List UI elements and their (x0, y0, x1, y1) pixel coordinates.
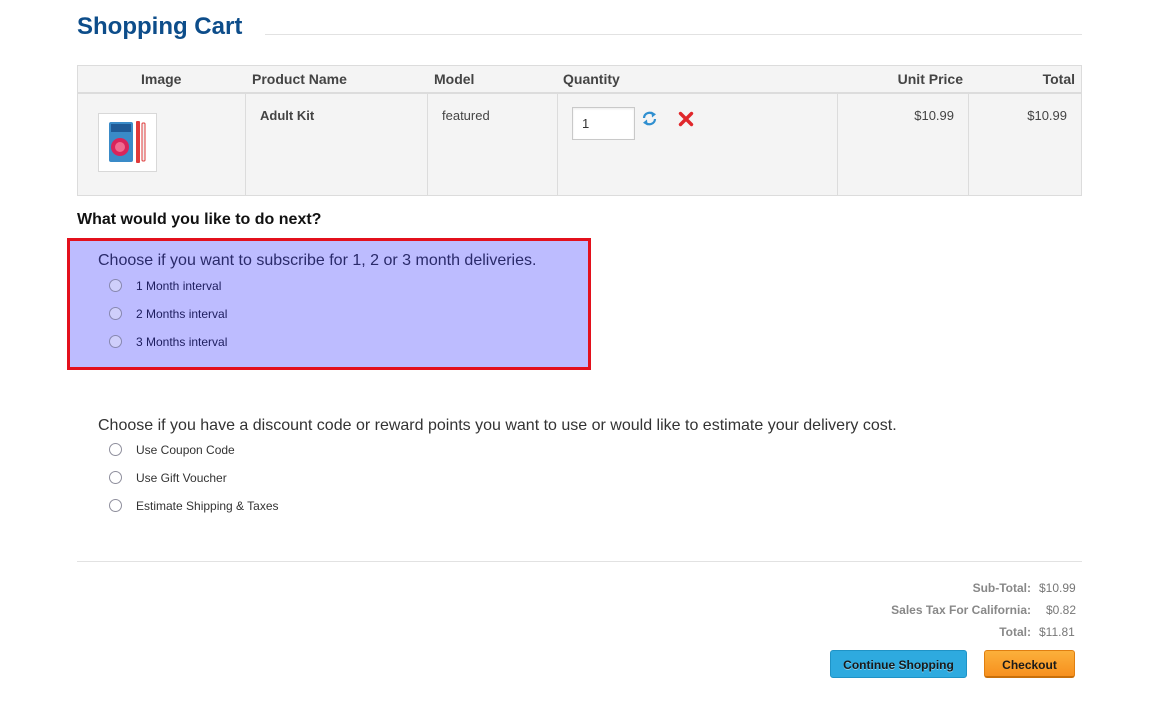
column-divider (968, 94, 969, 195)
subscription-prompt: Choose if you want to subscribe for 1, 2… (98, 252, 537, 269)
column-divider (245, 94, 246, 195)
column-header-image: Image (141, 71, 182, 87)
radio-1-month[interactable] (109, 279, 122, 292)
tax-label: Sales Tax For California: (891, 603, 1031, 617)
column-divider (837, 94, 838, 195)
column-divider (557, 94, 558, 195)
header-divider (78, 92, 1081, 94)
radio-estimate-shipping[interactable] (109, 499, 122, 512)
product-model: featured (442, 108, 490, 123)
product-name-link[interactable]: Adult Kit (260, 108, 314, 123)
radio-3-months[interactable] (109, 335, 122, 348)
page-title: Shopping Cart (77, 13, 243, 40)
column-header-total: Total (1042, 71, 1075, 87)
total-label: Total: (999, 625, 1031, 639)
radio-coupon-code[interactable] (109, 443, 122, 456)
discount-prompt: Choose if you have a discount code or re… (98, 417, 897, 434)
column-header-model: Model (434, 71, 475, 87)
refresh-icon[interactable] (641, 110, 658, 132)
radio-2-months[interactable] (109, 307, 122, 320)
title-divider (265, 34, 1082, 35)
option-label: 3 Months interval (136, 335, 228, 349)
tax-value: $0.82 (1046, 603, 1077, 617)
option-label: Use Gift Voucher (136, 471, 227, 485)
product-unit-price: $10.99 (914, 108, 954, 123)
subscription-options-box: Choose if you want to subscribe for 1, 2… (67, 238, 591, 370)
product-thumbnail[interactable] (98, 113, 157, 172)
quantity-input[interactable] (572, 107, 635, 140)
next-steps-heading: What would you like to do next? (77, 211, 322, 228)
subtotal-label: Sub-Total: (972, 581, 1031, 595)
checkout-button[interactable]: Checkout (984, 650, 1075, 678)
radio-gift-voucher[interactable] (109, 471, 122, 484)
continue-shopping-button[interactable]: Continue Shopping (830, 650, 967, 678)
option-label: Use Coupon Code (136, 443, 235, 457)
column-header-unit-price: Unit Price (897, 71, 963, 87)
column-header-product-name: Product Name (252, 71, 347, 87)
remove-icon[interactable] (678, 111, 694, 132)
cart-table: Image Product Name Model Quantity Unit P… (77, 65, 1082, 196)
page-header: Shopping Cart (77, 12, 1082, 44)
option-label: 2 Months interval (136, 307, 228, 321)
column-divider (427, 94, 428, 195)
total-value: $11.81 (1039, 625, 1075, 639)
column-header-quantity: Quantity (563, 71, 620, 87)
option-label: Estimate Shipping & Taxes (136, 499, 279, 513)
totals-divider (77, 561, 1082, 562)
subtotal-value: $10.99 (1039, 581, 1076, 595)
option-label: 1 Month interval (136, 279, 222, 293)
product-total: $10.99 (1027, 108, 1067, 123)
product-image-icon (109, 121, 146, 163)
